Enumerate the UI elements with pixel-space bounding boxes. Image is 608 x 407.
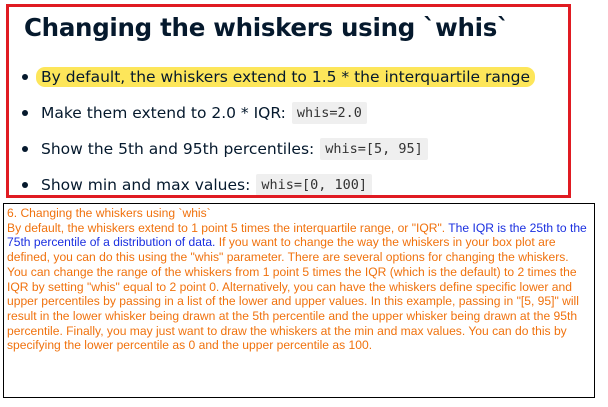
code-snippet: whis=2.0 (291, 102, 367, 124)
bullet-dot-icon (22, 146, 28, 152)
notes-text: By default, the whiskers extend to 1 poi… (7, 220, 446, 235)
bullet-dot-icon (22, 74, 28, 80)
bullet-list: By default, the whiskers extend to 1.5 *… (22, 59, 536, 195)
bullet-dot-icon (22, 110, 28, 116)
bullet-text-highlighted: By default, the whiskers extend to 1.5 *… (36, 67, 536, 87)
bullet-default-whiskers: By default, the whiskers extend to 1.5 *… (22, 59, 536, 95)
notes-text: If you want to change the way the whiske… (7, 235, 579, 353)
speaker-notes: 6. Changing the whiskers using `whis` By… (3, 203, 595, 398)
notes-heading: 6. Changing the whiskers using `whis` (7, 206, 211, 220)
notes-body: By default, the whiskers extend to 1 poi… (7, 221, 591, 353)
bullet-text: Show the 5th and 95th percentiles: (41, 140, 315, 158)
slide-panel: Changing the whiskers using `whis` By de… (6, 4, 571, 198)
bullet-dot-icon (22, 182, 28, 188)
bullet-text: Make them extend to 2.0 * IQR: (41, 104, 286, 122)
code-snippet: whis=[0, 100] (256, 174, 372, 195)
code-snippet: whis=[5, 95] (320, 138, 428, 160)
bullet-text: Show min and max values: (41, 176, 251, 194)
bullet-percentiles: Show the 5th and 95th percentiles: whis=… (22, 131, 535, 167)
bullet-iqr-2: Make them extend to 2.0 * IQR: whis=2.0 (22, 95, 535, 131)
slide-title: Changing the whiskers using `whis` (24, 13, 509, 42)
bullet-min-max: Show min and max values: whis=[0, 100] (22, 167, 535, 195)
